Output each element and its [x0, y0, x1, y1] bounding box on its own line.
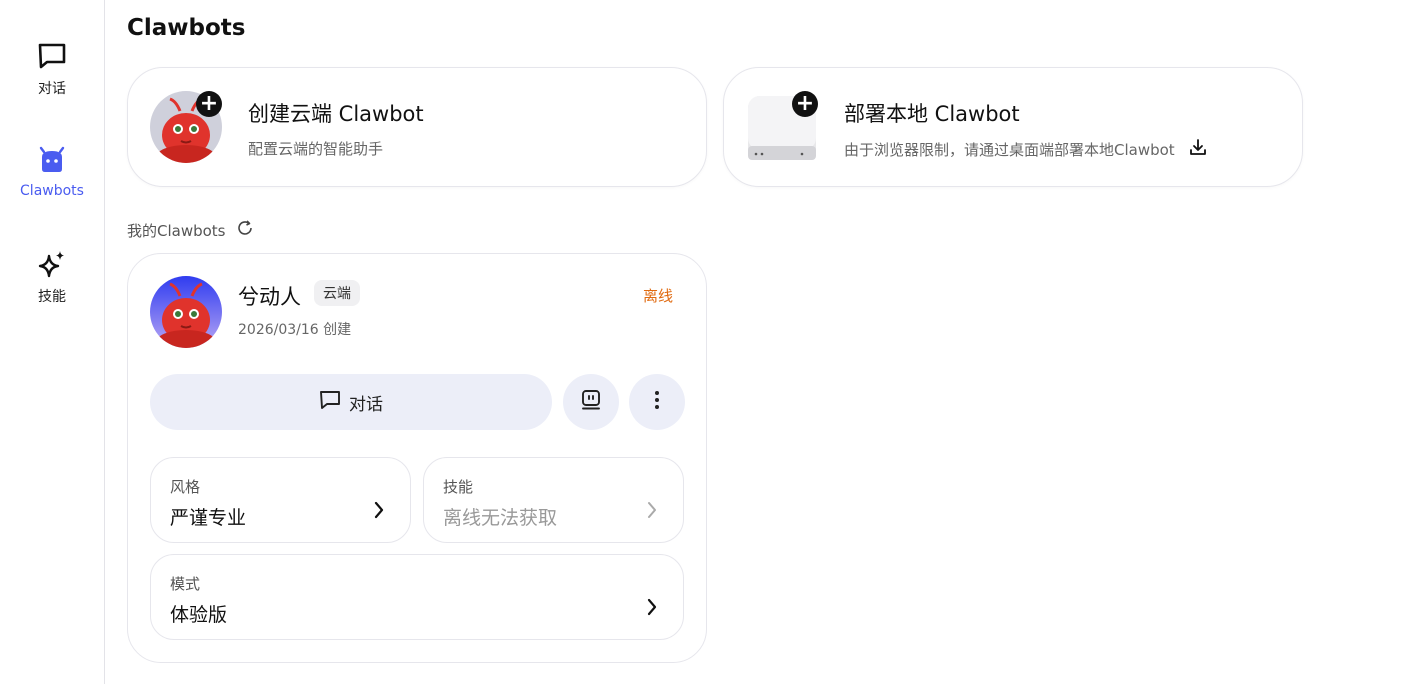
sidebar-item-skills[interactable]: 技能 — [0, 248, 104, 306]
chat-bubble-icon — [319, 389, 341, 416]
more-vertical-icon — [646, 389, 668, 415]
create-card-subtitle: 配置云端的智能助手 — [248, 138, 383, 159]
bot-avatar[interactable] — [150, 276, 222, 348]
bot-created-date: 2026/03/16 创建 — [238, 322, 352, 338]
sidebar: 对话 Clawbots 技能 — [0, 0, 105, 684]
create-card-title: 创建云端 Clawbot — [248, 102, 424, 126]
chat-button[interactable]: 对话 — [150, 374, 552, 430]
bot-panel-button[interactable] — [563, 374, 619, 430]
setting-value: 离线无法获取 — [443, 507, 558, 529]
my-clawbots-header: 我的Clawbots — [127, 219, 254, 241]
setting-value: 严谨专业 — [170, 507, 247, 529]
create-card-subtitle-text: 由于浏览器限制，请通过桌面端部署本地Clawbot — [844, 140, 1175, 159]
more-options-button[interactable] — [629, 374, 685, 430]
chevron-right-icon — [645, 597, 659, 621]
bot-type-badge: 云端 — [314, 280, 360, 306]
setting-key: 技能 — [443, 478, 474, 496]
chat-button-label: 对话 — [349, 394, 383, 415]
create-card-subtitle: 由于浏览器限制，请通过桌面端部署本地Clawbot — [844, 138, 1207, 160]
sidebar-item-label: 对话 — [38, 81, 66, 97]
style-setting[interactable]: 风格 严谨专业 — [150, 457, 411, 543]
skills-setting[interactable]: 技能 离线无法获取 — [423, 457, 684, 543]
sparkle-icon — [36, 248, 68, 280]
chat-bubble-icon — [36, 40, 68, 72]
mode-setting[interactable]: 模式 体验版 — [150, 554, 684, 640]
add-icon: + — [196, 91, 222, 117]
chevron-right-icon — [645, 500, 659, 524]
deploy-local-clawbot-card[interactable]: + 部署本地 Clawbot 由于浏览器限制，请通过桌面端部署本地Clawbot — [723, 67, 1303, 187]
section-label: 我的Clawbots — [127, 221, 226, 240]
create-card-subtitle-text: 配置云端的智能助手 — [248, 140, 384, 158]
refresh-icon[interactable] — [236, 219, 254, 241]
sidebar-item-label: Clawbots — [20, 183, 84, 199]
page-title: Clawbots — [127, 15, 246, 41]
sidebar-item-clawbots[interactable]: Clawbots — [0, 145, 104, 199]
chevron-right-icon — [372, 500, 386, 524]
robot-icon — [36, 145, 68, 177]
add-icon: + — [792, 91, 818, 117]
create-cloud-clawbot-card[interactable]: + 创建云端 Clawbot 配置云端的智能助手 — [127, 67, 707, 187]
setting-value: 体验版 — [170, 604, 228, 626]
bot-card: 兮动人 云端 2026/03/16 创建 离线 对话 风格 严谨专业 技能 离线… — [127, 253, 707, 663]
download-icon[interactable] — [1189, 138, 1207, 160]
create-card-title: 部署本地 Clawbot — [844, 102, 1020, 126]
main-content: Clawbots + 创建云端 Clawbot 配置云端的智能助手 + 部署本地… — [127, 0, 1422, 684]
setting-key: 风格 — [170, 478, 201, 496]
setting-key: 模式 — [170, 575, 201, 593]
bot-name: 兮动人 — [238, 285, 301, 309]
sidebar-item-chat[interactable]: 对话 — [0, 40, 104, 98]
status-badge: 离线 — [642, 287, 673, 305]
robot-screen-icon — [580, 389, 602, 415]
sidebar-item-label: 技能 — [38, 289, 66, 305]
